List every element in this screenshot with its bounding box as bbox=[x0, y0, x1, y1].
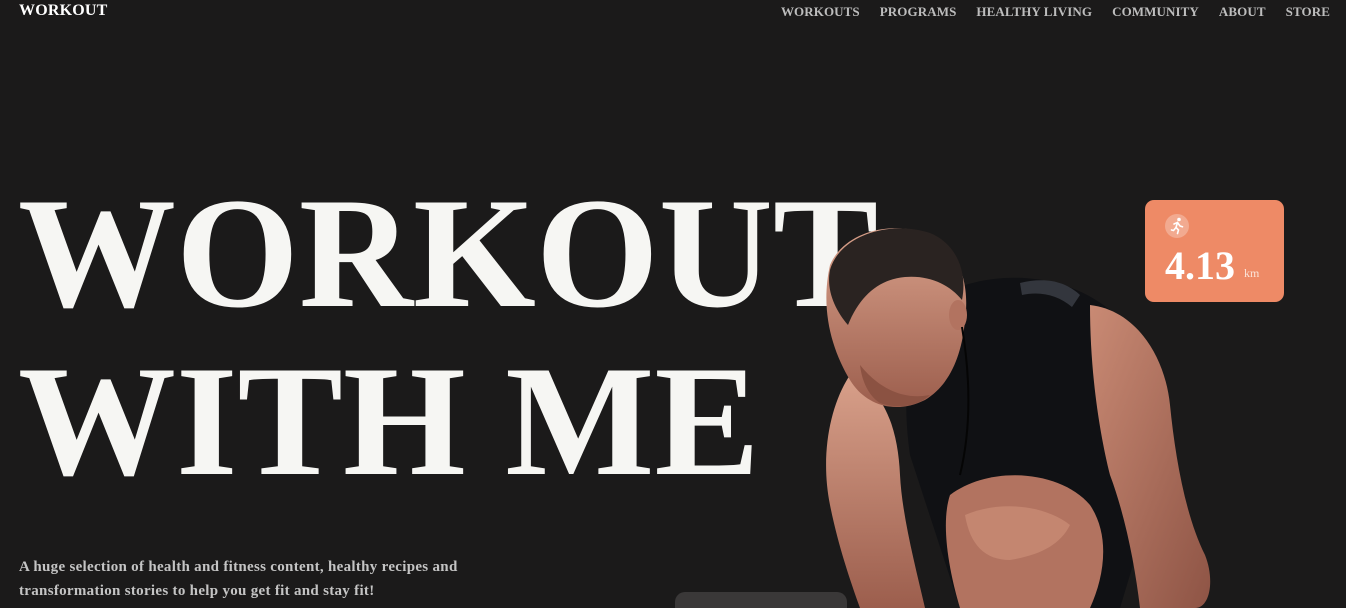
running-icon bbox=[1165, 214, 1189, 238]
nav-item-healthy-living[interactable]: HEALTHY LIVING bbox=[976, 4, 1092, 20]
hero-tagline: A huge selection of health and fitness c… bbox=[19, 559, 458, 599]
brand-logo[interactable]: WORKOUT bbox=[19, 2, 108, 20]
hero-title: WORKOUT WITH ME bbox=[18, 170, 878, 506]
nav-item-programs[interactable]: PROGRAMS bbox=[880, 4, 957, 20]
nav-item-community[interactable]: COMMUNITY bbox=[1112, 4, 1199, 20]
landing-page: WORKOUT WORKOUTS PROGRAMS HEALTHY LIVING… bbox=[0, 0, 1346, 608]
nav-item-store[interactable]: STORE bbox=[1286, 4, 1330, 20]
distance-stat-card: 4.13 km bbox=[1145, 200, 1284, 302]
hero-title-line-1: WORKOUT bbox=[18, 166, 879, 341]
distance-unit: km bbox=[1244, 266, 1260, 280]
nav-item-workouts[interactable]: WORKOUTS bbox=[781, 4, 860, 20]
distance-value: 4.13 bbox=[1165, 243, 1235, 288]
main-nav: WORKOUTS PROGRAMS HEALTHY LIVING COMMUNI… bbox=[781, 4, 1330, 20]
nav-item-about[interactable]: ABOUT bbox=[1219, 4, 1266, 20]
hero-title-line-2: WITH ME bbox=[18, 334, 760, 509]
